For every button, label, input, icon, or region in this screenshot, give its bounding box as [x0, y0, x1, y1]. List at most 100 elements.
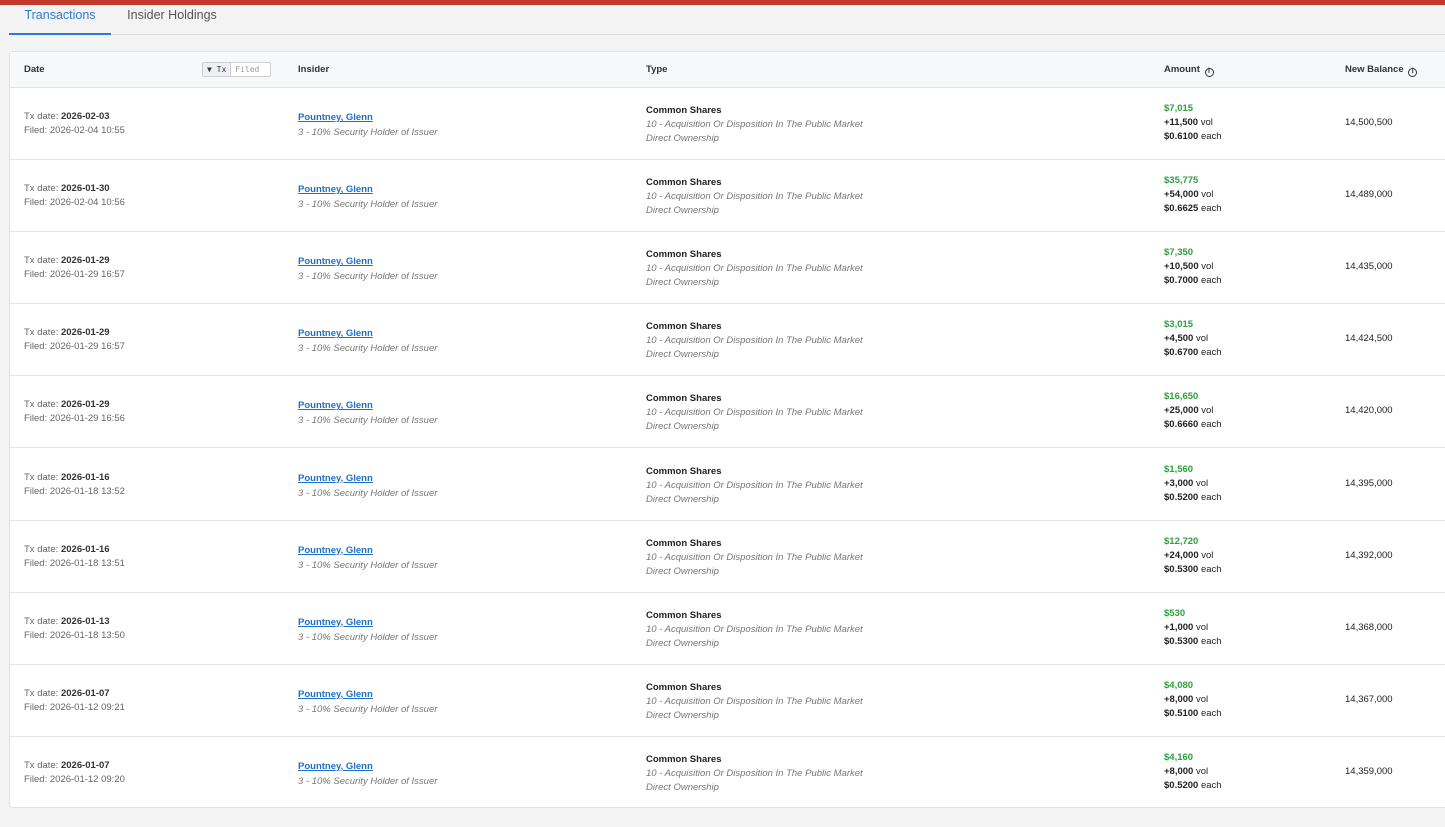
- volume-line: +54,000 vol: [1164, 188, 1222, 202]
- amount-value: $7,350: [1164, 247, 1194, 259]
- insider-cell: Pountney, Glenn 3 - 10% Security Holder o…: [298, 398, 437, 428]
- toggle-tx-option[interactable]: ▼ Tx: [203, 63, 232, 76]
- filed-value: 2026-01-18 13:51: [49, 557, 125, 569]
- toggle-filed-option[interactable]: Filed: [231, 63, 263, 76]
- filed-label: Filed:: [24, 485, 48, 497]
- tx-date-label: Tx date:: [24, 255, 59, 267]
- tx-date-label: Tx date:: [24, 471, 59, 483]
- amount-value: $16,650: [1164, 391, 1199, 403]
- price-value: $0.5300: [1164, 563, 1199, 575]
- type-cell: Common Shares 10 - Acquisition Or Disposi…: [646, 104, 863, 146]
- table-row: Tx date: 2026-01-30 Filed: 2026-02-04 10:…: [10, 160, 1445, 233]
- tab-transactions[interactable]: Transactions: [9, 5, 111, 35]
- price-line: $0.6660 each: [1164, 418, 1222, 432]
- volume-unit: vol: [1195, 477, 1209, 489]
- column-header-amount[interactable]: Amount i: [1164, 52, 1214, 88]
- column-header-type[interactable]: Type: [646, 52, 667, 88]
- price-line: $0.5300 each: [1164, 635, 1222, 649]
- insider-name-link[interactable]: Pountney, Glenn: [298, 545, 373, 556]
- price-value: $0.5200: [1164, 491, 1199, 503]
- insider-cell: Pountney, Glenn 3 - 10% Security Holder o…: [298, 182, 437, 212]
- volume-line: +8,000 vol: [1164, 765, 1222, 779]
- new-balance-value: 14,368,000: [1345, 621, 1393, 633]
- filed-label: Filed:: [24, 773, 48, 785]
- volume-line: +4,500 vol: [1164, 332, 1222, 346]
- new-balance-value: 14,424,500: [1345, 333, 1393, 345]
- transaction-nature: 10 - Acquisition Or Disposition In The P…: [646, 767, 863, 779]
- price-unit: each: [1200, 779, 1222, 791]
- tab-insider-holdings[interactable]: Insider Holdings: [111, 5, 233, 35]
- date-mode-toggle[interactable]: ▼ Tx Filed: [202, 62, 271, 77]
- volume-value: +8,000: [1164, 693, 1194, 705]
- filed-line: Filed: 2026-01-18 13:51: [24, 557, 125, 571]
- insider-relationship: 3 - 10% Security Holder of Issuer: [298, 703, 438, 715]
- date-cell: Tx date: 2026-01-29 Filed: 2026-01-29 16:…: [24, 254, 125, 282]
- insider-name-link[interactable]: Pountney, Glenn: [298, 184, 373, 195]
- new-balance-value: 14,420,000: [1345, 405, 1393, 417]
- insider-name-link[interactable]: Pountney, Glenn: [298, 112, 373, 123]
- type-cell: Common Shares 10 - Acquisition Or Disposi…: [646, 320, 863, 362]
- table-header: Date ▼ Tx Filed Insider Type Amount i Ne…: [10, 52, 1445, 88]
- type-cell: Common Shares 10 - Acquisition Or Disposi…: [646, 609, 863, 651]
- tx-date-value: 2026-01-29: [60, 327, 110, 339]
- insider-name-link[interactable]: Pountney, Glenn: [298, 761, 373, 772]
- volume-unit: vol: [1195, 333, 1209, 345]
- insider-name-link[interactable]: Pountney, Glenn: [298, 400, 373, 411]
- ownership-type: Direct Ownership: [646, 349, 719, 361]
- price-unit: each: [1200, 131, 1222, 142]
- tx-date-label: Tx date:: [24, 687, 59, 699]
- insider-name-link[interactable]: Pountney, Glenn: [298, 256, 373, 267]
- tx-date-line: Tx date: 2026-01-07: [24, 687, 125, 701]
- filed-line: Filed: 2026-01-29 16:56: [24, 412, 125, 426]
- tx-date-value: 2026-01-30: [60, 183, 110, 195]
- insider-name-link[interactable]: Pountney, Glenn: [298, 328, 373, 339]
- filed-line: Filed: 2026-02-04 10:56: [24, 196, 125, 210]
- filed-label: Filed:: [24, 125, 48, 136]
- filed-value: 2026-02-04 10:55: [49, 125, 125, 136]
- filed-label: Filed:: [24, 629, 48, 641]
- table-row: Tx date: 2026-01-13 Filed: 2026-01-18 13:…: [10, 593, 1445, 665]
- security-type: Common Shares: [646, 537, 722, 549]
- new-balance-value: 14,367,000: [1345, 693, 1393, 705]
- amount-value: $1,560: [1164, 463, 1194, 475]
- amount-cell: $3,015 +4,500 vol $0.6700 each: [1164, 318, 1222, 360]
- new-balance-value: 14,359,000: [1345, 765, 1393, 777]
- insider-cell: Pountney, Glenn 3 - 10% Security Holder o…: [298, 471, 437, 501]
- security-type: Common Shares: [646, 105, 722, 116]
- column-header-date[interactable]: Date: [24, 52, 45, 88]
- amount-cell: $530 +1,000 vol $0.5300 each: [1164, 607, 1222, 649]
- amount-cell: $12,720 +24,000 vol $0.5300 each: [1164, 535, 1222, 577]
- table-row: Tx date: 2026-01-16 Filed: 2026-01-18 13:…: [10, 449, 1445, 521]
- volume-unit: vol: [1200, 117, 1213, 128]
- date-cell: Tx date: 2026-01-29 Filed: 2026-01-29 16:…: [24, 398, 125, 426]
- column-header-insider[interactable]: Insider: [298, 52, 329, 88]
- new-balance-value: 14,500,500: [1345, 117, 1393, 128]
- price-value: $0.6660: [1164, 419, 1199, 431]
- amount-cell: $1,560 +3,000 vol $0.5200 each: [1164, 463, 1222, 505]
- insider-relationship: 3 - 10% Security Holder of Issuer: [298, 127, 438, 138]
- table-row: Tx date: 2026-01-07 Filed: 2026-01-12 09:…: [10, 737, 1445, 809]
- column-header-new-balance[interactable]: New Balance i: [1345, 52, 1418, 88]
- type-cell: Common Shares 10 - Acquisition Or Disposi…: [646, 753, 863, 795]
- info-icon[interactable]: i: [1408, 68, 1418, 77]
- info-icon[interactable]: i: [1204, 68, 1214, 77]
- volume-value: +1,000: [1164, 621, 1194, 633]
- filed-value: 2026-01-18 13:50: [49, 629, 125, 641]
- transaction-nature: 10 - Acquisition Or Disposition In The P…: [646, 335, 863, 347]
- insider-cell: Pountney, Glenn 3 - 10% Security Holder o…: [298, 254, 437, 284]
- volume-value: +11,500: [1164, 117, 1199, 128]
- new-balance-value: 14,435,000: [1345, 261, 1393, 273]
- security-type: Common Shares: [646, 177, 722, 189]
- tx-date-line: Tx date: 2026-01-07: [24, 759, 125, 773]
- filed-value: 2026-01-29 16:57: [49, 269, 125, 281]
- insider-name-link[interactable]: Pountney, Glenn: [298, 617, 373, 628]
- insider-name-link[interactable]: Pountney, Glenn: [298, 689, 373, 700]
- insider-name-link[interactable]: Pountney, Glenn: [298, 473, 373, 484]
- tx-date-value: 2026-01-29: [60, 255, 110, 267]
- price-line: $0.6100 each: [1164, 130, 1222, 144]
- volume-value: +25,000: [1164, 405, 1199, 417]
- filed-value: 2026-01-12 09:21: [49, 701, 125, 713]
- security-type: Common Shares: [646, 465, 722, 477]
- price-line: $0.5200 each: [1164, 779, 1222, 793]
- tx-date-line: Tx date: 2026-01-29: [24, 398, 125, 412]
